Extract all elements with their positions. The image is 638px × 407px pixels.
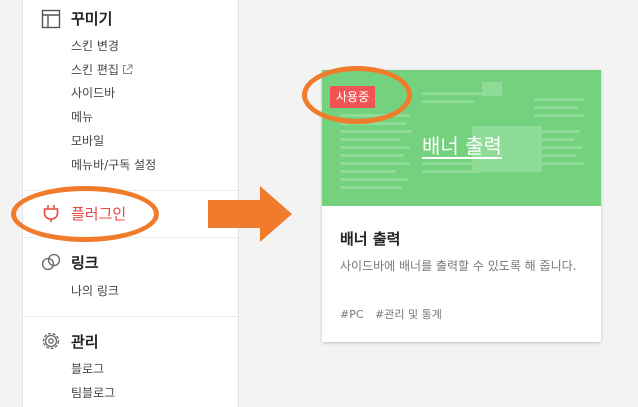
plugin-description: 사이드바에 배너를 출력할 수 있도록 해 줍니다. xyxy=(340,259,577,273)
plugin-title: 배너 출력 xyxy=(340,230,401,248)
plugin-thumbnail: 사용중 배너 출력 xyxy=(322,70,601,206)
sidebar-section-link: 링크 나의 링크 xyxy=(23,238,238,317)
sidebar-title-decorate[interactable]: 꾸미기 xyxy=(71,8,112,29)
in-use-badge: 사용중 xyxy=(330,86,376,108)
layout-icon xyxy=(41,9,61,29)
sidebar-title-plugin[interactable]: 플러그인 xyxy=(71,203,126,224)
external-link-icon xyxy=(122,64,133,74)
sidebar-title-link[interactable]: 링크 xyxy=(71,252,99,273)
sidebar-section-plugin[interactable]: 플러그인 xyxy=(23,191,238,238)
link-icon xyxy=(41,252,61,272)
sidebar-item-menubar-subscribe[interactable]: 메뉴바/구독 설정 xyxy=(71,156,156,173)
gear-icon xyxy=(41,331,61,351)
sidebar-item-skin-change[interactable]: 스킨 변경 xyxy=(71,37,119,54)
sidebar-item-skin-edit-label: 스킨 편집 xyxy=(71,63,119,77)
sidebar-item-team-blog[interactable]: 팀블로그 xyxy=(71,384,115,401)
sidebar-item-mobile[interactable]: 모바일 xyxy=(71,132,104,149)
sidebar-item-blog[interactable]: 블로그 xyxy=(71,360,104,377)
thumbnail-title: 배너 출력 xyxy=(422,134,502,158)
plug-icon xyxy=(41,203,61,223)
sidebar-item-menu[interactable]: 메뉴 xyxy=(71,108,93,125)
admin-sidebar: 꾸미기 스킨 변경 스킨 편집 사이드바 메뉴 모바일 메뉴바/구독 설정 플러… xyxy=(22,0,239,407)
sidebar-section-decorate: 꾸미기 스킨 변경 스킨 편집 사이드바 메뉴 모바일 메뉴바/구독 설정 xyxy=(23,0,238,191)
sidebar-section-manage: 관리 블로그 팀블로그 xyxy=(23,317,238,407)
plugin-tags: #PC #관리 및 통계 xyxy=(340,306,450,322)
tag-manage-stats: #관리 및 통계 xyxy=(375,308,442,321)
right-arrow-icon xyxy=(208,186,292,242)
sidebar-item-skin-edit[interactable]: 스킨 편집 xyxy=(71,61,133,78)
plugin-card-banner[interactable]: 사용중 배너 출력 배너 출력 사이드바에 배너를 출력할 수 있도록 해 줍니… xyxy=(322,70,601,342)
tag-pc: #PC xyxy=(340,308,364,321)
sidebar-item-my-link[interactable]: 나의 링크 xyxy=(71,282,119,299)
sidebar-item-sidebar[interactable]: 사이드바 xyxy=(71,84,115,101)
sidebar-title-manage[interactable]: 관리 xyxy=(71,331,99,352)
